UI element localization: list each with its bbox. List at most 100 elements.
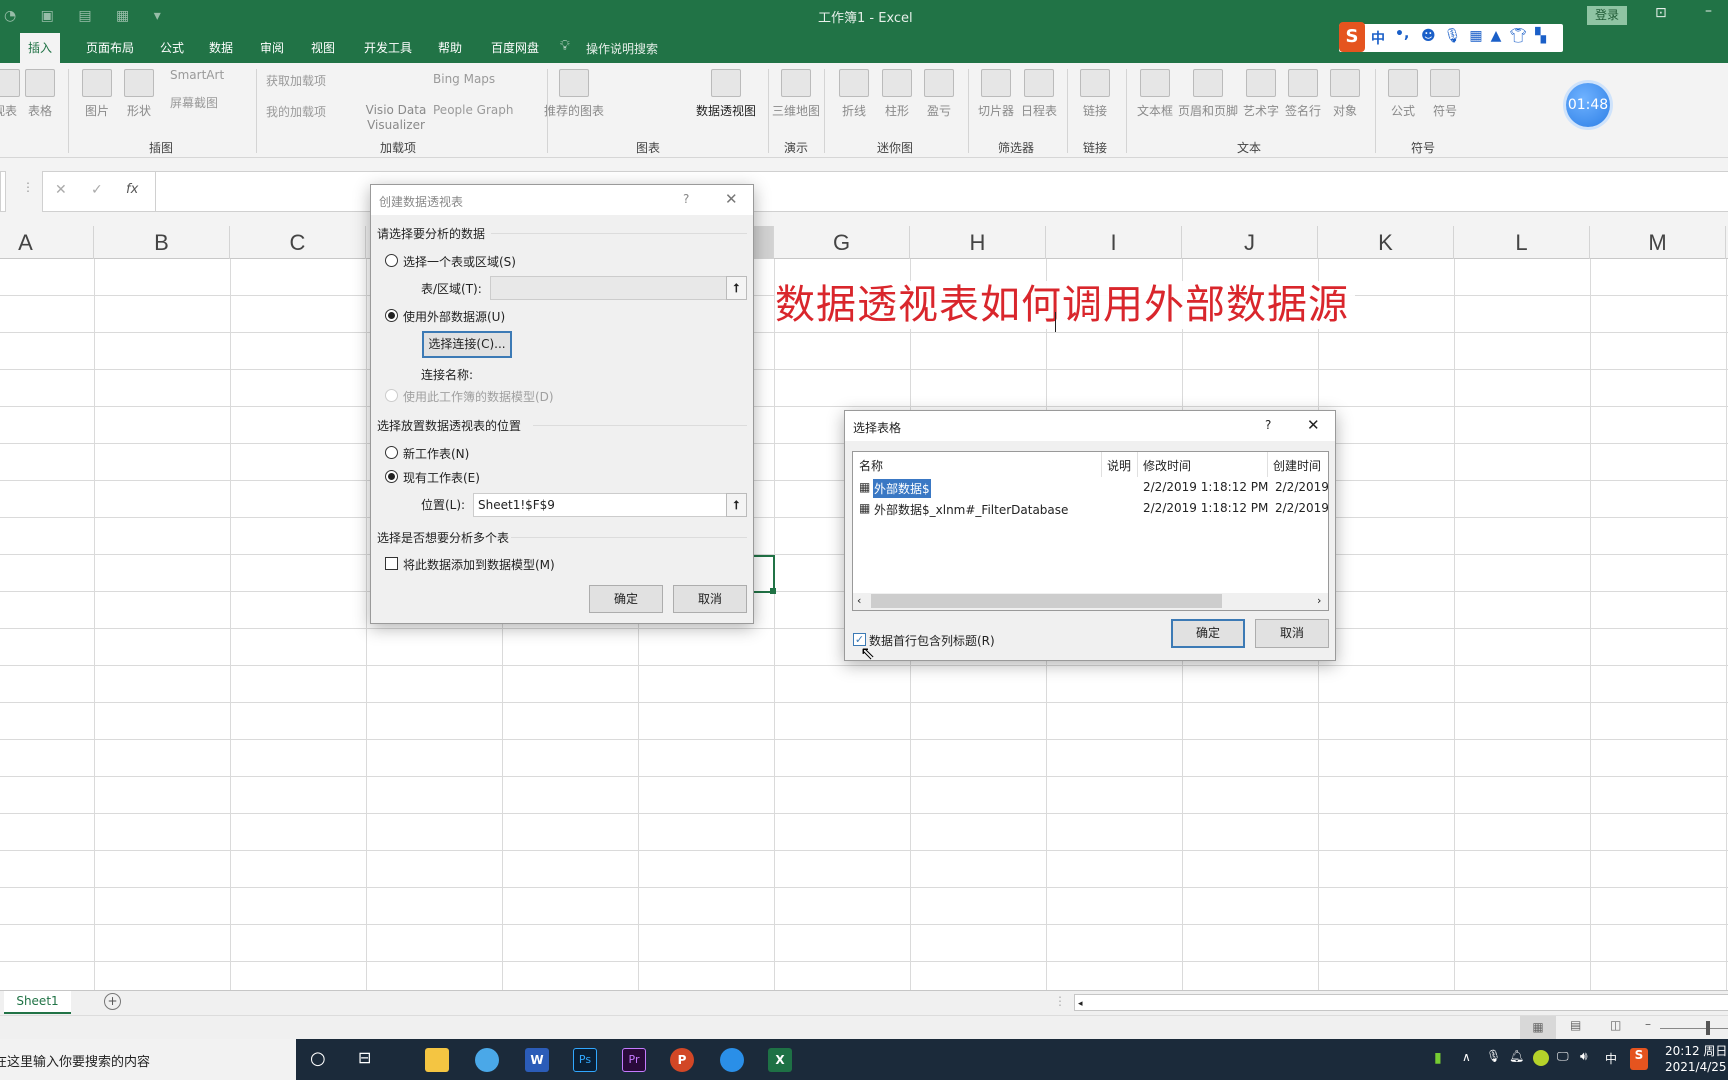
radio-select-range[interactable] [385,254,398,267]
column-header-B[interactable]: B [94,226,230,259]
shape-icon[interactable] [124,69,154,97]
equation-icon[interactable] [1388,69,1418,97]
ok-button[interactable]: 确定 [589,585,663,613]
wordart-icon[interactable] [1246,69,1276,97]
tab-2[interactable]: 公式 [152,33,192,63]
notification-icon[interactable]: 🔔︎ [1509,1049,1524,1063]
column-button[interactable]: 柱形 [885,104,909,119]
choose-connection-button[interactable]: 选择连接(C)... [422,331,512,358]
scroll-left-icon[interactable]: ‹ [857,594,861,607]
tab-0[interactable]: 插入 [20,33,61,63]
premiere-icon[interactable]: Pr [622,1048,646,1072]
help-button[interactable]: ? [683,192,689,206]
shape-button[interactable]: 形状 [127,104,151,119]
textbox-icon[interactable] [1140,69,1170,97]
tab-8[interactable]: 百度网盘 [483,33,547,63]
splitter-icon[interactable]: ⋮ [22,180,34,194]
powerpoint-icon[interactable]: P [670,1048,694,1072]
ime-toolbar[interactable]: S 中 •, ☻🎙︎▦▲👕︎▚ [1339,22,1563,52]
people-button[interactable]: People Graph [433,103,514,117]
scrollbar-thumb[interactable] [871,594,1222,608]
column-icon[interactable] [882,69,912,97]
cancel-icon[interactable]: ✕ [55,182,67,198]
textbox-button[interactable]: 文本框 [1137,104,1173,119]
slicer-icon[interactable] [981,69,1011,97]
sheet-tab-sheet1[interactable]: Sheet1 [4,991,71,1014]
screenshot-button[interactable]: 屏幕截图 [170,94,218,111]
column-header[interactable]: 名称 [859,457,883,474]
collapse-range-icon[interactable]: ⭡ [726,276,747,300]
tab-7[interactable]: 帮助 [430,33,470,63]
clock-time[interactable]: 20:12 周日 [1665,1042,1727,1059]
normal-view-icon[interactable]: ▦ [1520,1016,1556,1040]
page-break-view-icon[interactable]: ◫ [1610,1018,1621,1032]
headerfooter-icon[interactable] [1193,69,1223,97]
symbol-button[interactable]: 符号 [1433,104,1457,119]
pivotchart-icon[interactable] [711,69,741,97]
picture-icon[interactable] [82,69,112,97]
file-explorer-icon[interactable] [425,1048,449,1072]
smartart-button[interactable]: SmartArt [170,68,224,82]
object-button[interactable]: 对象 [1333,104,1357,119]
column-header-M[interactable]: M [1590,226,1726,259]
page-layout-view-icon[interactable]: ▤ [1570,1018,1581,1032]
scroll-right-icon[interactable]: › [1317,594,1321,607]
table-icon[interactable] [25,69,55,97]
splitter-icon[interactable]: ⋮ [1054,994,1066,1008]
headerfooter-button[interactable]: 页眉和页脚 [1178,104,1238,119]
column-divider[interactable] [1137,452,1138,477]
zoom-slider[interactable] [1660,1028,1728,1029]
help-button[interactable]: ? [1265,418,1271,432]
column-header[interactable]: 说明 [1107,457,1131,474]
winloss-icon[interactable] [924,69,954,97]
taskbar-search[interactable]: 在这里输入你要搜索的内容 [0,1039,296,1080]
tab-4[interactable]: 审阅 [252,33,292,63]
map3d-button[interactable]: 三维地图 [772,104,820,119]
insert-function-button[interactable]: fx [126,182,138,197]
column-header-C[interactable]: C [230,226,366,259]
line-icon[interactable] [839,69,869,97]
recommended-icon[interactable] [559,69,589,97]
ime-mode[interactable]: 中 [1371,28,1385,48]
pivotchart-button[interactable]: 数据透视图 [696,104,756,119]
column-header-K[interactable]: K [1318,226,1454,259]
login-button[interactable]: 登录 [1587,6,1627,25]
signature-icon[interactable] [1288,69,1318,97]
visio-button[interactable]: Visio Data Visualizer [361,103,431,133]
radio-existing-worksheet[interactable] [385,470,398,483]
winloss-button[interactable]: 盈亏 [927,104,951,119]
ime-punct[interactable]: •, [1395,26,1409,42]
network-icon[interactable]: 🖵︎ [1557,1049,1569,1064]
ok-button[interactable]: 确定 [1171,619,1245,648]
tab-1[interactable]: 页面布局 [78,33,142,63]
close-button[interactable]: ✕ [725,190,738,208]
column-header-I[interactable]: I [1046,226,1182,259]
column-header[interactable]: 创建时间 [1273,457,1321,474]
microphone-icon[interactable]: 🎙︎ [1486,1049,1501,1063]
ime-indicator[interactable]: 中 [1605,1050,1617,1067]
column-divider[interactable] [1101,452,1102,477]
pivot_partial-button[interactable]: 视表 [0,104,17,119]
horizontal-scrollbar[interactable]: ‹ › [853,593,1328,610]
clock-date[interactable]: 2021/4/25 [1665,1060,1727,1074]
pivot_partial-icon[interactable] [0,69,20,97]
add-to-data-model-checkbox[interactable] [385,557,398,570]
video-app-icon[interactable] [720,1048,744,1072]
my_addins-button[interactable]: 我的加载项 [266,103,326,120]
horizontal-sheet-scrollbar[interactable]: ◂ [1074,994,1728,1011]
zoom-slider-thumb[interactable] [1706,1021,1710,1035]
tab-6[interactable]: 开发工具 [356,33,420,63]
quick-access-toolbar[interactable]: ◔ ▣ ▤ ▦ ▾ [4,8,171,24]
table-row[interactable]: ▦ 外部数据$_xlnm#_FilterDatabase 2/2/2019 1:18… [853,499,1329,519]
ime-tools-icons[interactable]: ☻🎙︎▦▲👕︎▚ [1421,28,1554,44]
symbol-icon[interactable] [1430,69,1460,97]
photoshop-icon[interactable]: Ps [573,1048,597,1072]
usb-icon[interactable]: ▮ [1434,1050,1442,1066]
timeline-button[interactable]: 日程表 [1021,104,1057,119]
range-input[interactable] [490,276,727,300]
cancel-button[interactable]: 取消 [1255,619,1329,648]
radio-external-source[interactable] [385,309,398,322]
enter-icon[interactable]: ✓ [91,182,103,198]
link-icon[interactable] [1080,69,1110,97]
link-button[interactable]: 链接 [1083,104,1107,119]
